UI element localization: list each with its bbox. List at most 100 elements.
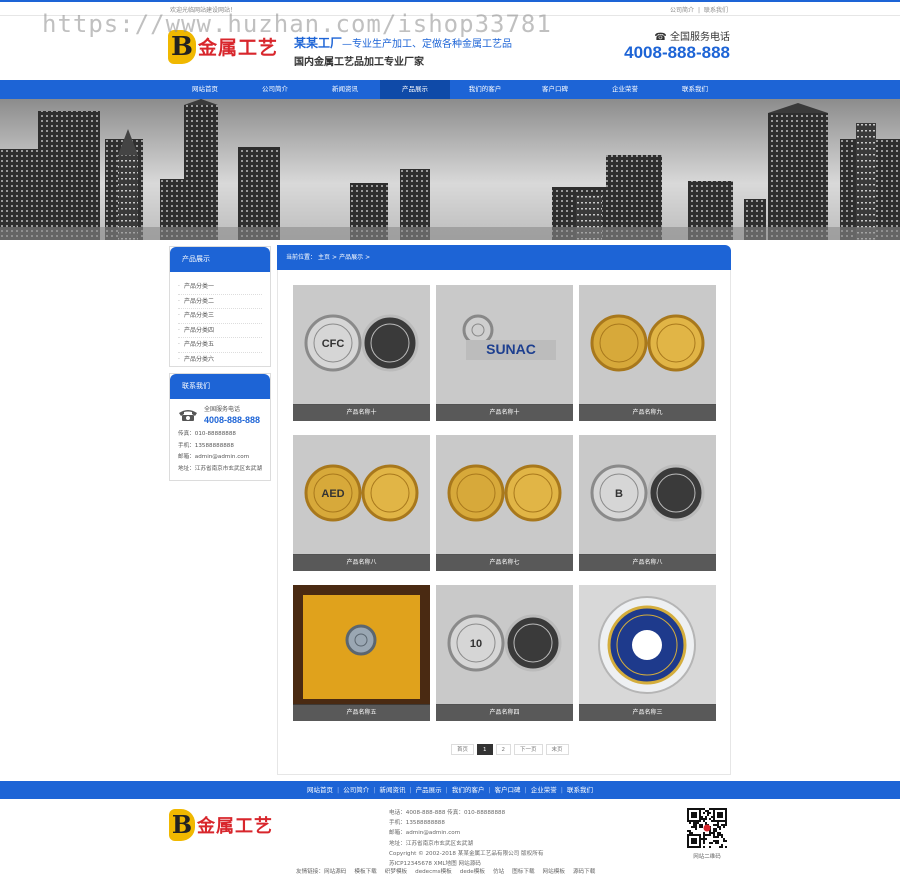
footer-nav-separator: | — [524, 786, 527, 794]
breadcrumb-separator: > — [332, 254, 338, 261]
breadcrumb-separator: > — [365, 254, 371, 261]
footer-nav: 网站首页 | 公司简介 | 新闻资讯 | 产品展示 | 我们的客户 | 客户口碑 | 企业荣誉 | 联系我们 — [0, 781, 900, 799]
category-panel-title: 产品展示 — [170, 247, 270, 272]
pagination-page[interactable]: 2 — [495, 744, 512, 755]
nav-item[interactable]: 企业荣誉 — [590, 80, 660, 99]
footer-info-line: 邮箱：admin@admin.com — [389, 830, 461, 837]
main-nav: 网站首页 公司简介 新闻资讯 产品展示 我们的客户 客户口碑 企业荣誉 联系我们 — [0, 80, 900, 99]
footer-nav-link[interactable]: 客户口碑 — [495, 786, 521, 794]
product-caption[interactable]: 产品名称三 — [579, 704, 716, 721]
nav-item[interactable]: 网站首页 — [170, 80, 240, 99]
friend-link[interactable]: 网站模板 — [543, 869, 565, 875]
contact-panel-title: 联系我们 — [170, 374, 270, 399]
nav-item[interactable]: 公司简介 — [240, 80, 310, 99]
slogan-subtitle: 国内金属工艺品加工专业厂家 — [294, 57, 424, 68]
qr-code-icon — [687, 808, 727, 848]
nav-item[interactable]: 联系我们 — [660, 80, 730, 99]
pagination-next[interactable]: 下一页 — [514, 744, 543, 755]
friend-link[interactable]: 友情链接：网站源码 — [296, 869, 346, 875]
category-link[interactable]: 产品分类四 — [178, 324, 262, 338]
category-list: 产品分类一产品分类二产品分类三产品分类四产品分类五产品分类六 — [170, 272, 270, 371]
category-link[interactable]: 产品分类二 — [178, 295, 262, 309]
footer-nav-separator: | — [373, 786, 376, 794]
footer-nav-link[interactable]: 产品展示 — [416, 786, 442, 794]
logo-letter-icon: B — [169, 809, 195, 841]
category-link[interactable]: 产品分类五 — [178, 338, 262, 353]
product-card[interactable]: AED 产品名称八 — [293, 435, 430, 571]
product-card[interactable]: SUNAC 产品名称十 — [436, 285, 573, 421]
product-card[interactable]: 产品名称九 — [579, 285, 716, 421]
pagination: 首页 1 2 下一页 末页 — [451, 744, 569, 755]
hotline: ☎ 全国服务电话 4008-888-888 — [624, 28, 730, 63]
product-caption[interactable]: 产品名称四 — [436, 704, 573, 721]
product-card[interactable]: 产品名称五 — [293, 585, 430, 721]
friend-link[interactable]: 图标下载 — [512, 869, 534, 875]
city-banner-image — [0, 99, 900, 240]
footer-logo-text: 金属工艺 — [197, 816, 273, 837]
pagination-page[interactable]: 1 — [477, 744, 493, 755]
friend-link[interactable]: 模板下载 — [354, 869, 376, 875]
slogan-company: 某某工厂 — [294, 36, 343, 50]
product-caption[interactable]: 产品名称十 — [293, 404, 430, 421]
friend-link[interactable]: 织梦模板 — [385, 869, 407, 875]
product-caption[interactable]: 产品名称五 — [293, 704, 430, 721]
top-link-contact[interactable]: 联系我们 — [704, 7, 728, 14]
nav-item[interactable]: 客户口碑 — [520, 80, 590, 99]
friend-link[interactable]: dedecms模板 — [415, 869, 452, 875]
product-image — [293, 585, 430, 705]
main-nav-items: 网站首页 公司简介 新闻资讯 产品展示 我们的客户 客户口碑 企业荣誉 联系我们 — [170, 80, 730, 99]
footer-nav-link[interactable]: 公司简介 — [343, 786, 369, 794]
footer-nav-link[interactable]: 我们的客户 — [452, 786, 485, 794]
footer-info-line: 电话：4008-888-888 传真：010-88888888 — [389, 810, 506, 816]
pagination-last[interactable]: 末页 — [545, 744, 569, 755]
footer-nav-separator: | — [337, 786, 340, 794]
product-caption[interactable]: 产品名称十 — [436, 404, 573, 421]
nav-item[interactable]: 产品展示 — [380, 80, 450, 99]
breadcrumb-home-link[interactable]: 主页 — [318, 254, 330, 261]
footer-nav-separator: | — [560, 786, 563, 794]
category-link[interactable]: 产品分类六 — [178, 353, 262, 367]
footer-info-line: Copyright © 2002-2018 某某金属工艺品有限公司 版权所有 — [389, 850, 544, 857]
product-card[interactable]: 10 产品名称四 — [436, 585, 573, 721]
product-card[interactable]: CFC 产品名称十 — [293, 285, 430, 421]
footer-info: 电话：4008-888-888 传真：010-88888888 手机：135888… — [389, 808, 543, 869]
nav-item[interactable]: 我们的客户 — [450, 80, 520, 99]
slogan: 某某工厂—专业生产加工、定做各种金属工艺品 国内金属工艺品加工专业厂家 — [294, 34, 512, 68]
product-card[interactable]: B 产品名称八 — [579, 435, 716, 571]
footer-nav-link[interactable]: 企业荣誉 — [531, 786, 557, 794]
nav-item[interactable]: 新闻资讯 — [310, 80, 380, 99]
top-link-about[interactable]: 公司简介 — [670, 7, 694, 14]
product-card[interactable]: 产品名称三 — [579, 585, 716, 721]
pagination-first[interactable]: 首页 — [451, 744, 475, 755]
contact-mobile: 手机：13588888888 — [178, 442, 234, 449]
friend-link[interactable]: dede模板 — [460, 869, 485, 875]
top-link-separator: | — [697, 7, 700, 14]
product-caption[interactable]: 产品名称八 — [293, 554, 430, 571]
product-image: CFC — [293, 285, 430, 405]
breadcrumb-current-link[interactable]: 产品展示 — [339, 254, 363, 261]
product-card[interactable]: 产品名称七 — [436, 435, 573, 571]
footer-nav-separator: | — [445, 786, 448, 794]
friend-link[interactable]: 仿站 — [493, 869, 504, 875]
friend-link[interactable]: 源码下载 — [573, 869, 595, 875]
top-links: 公司简介 | 联系我们 — [668, 5, 730, 14]
product-image — [579, 585, 716, 705]
category-panel: 产品展示 产品分类一产品分类二产品分类三产品分类四产品分类五产品分类六 — [169, 246, 271, 367]
contact-email: 邮箱：admin@admin.com — [178, 454, 250, 460]
product-image — [579, 285, 716, 405]
product-image: 10 — [436, 585, 573, 705]
category-link[interactable]: 产品分类一 — [178, 280, 262, 295]
product-image: AED — [293, 435, 430, 555]
slogan-tagline: —专业生产加工、定做各种金属工艺品 — [342, 39, 513, 50]
product-caption[interactable]: 产品名称七 — [436, 554, 573, 571]
footer-nav-link[interactable]: 新闻资讯 — [379, 786, 405, 794]
contact-phone-number: 4008-888-888 — [204, 415, 261, 425]
product-caption[interactable]: 产品名称九 — [579, 404, 716, 421]
footer-nav-link[interactable]: 联系我们 — [567, 786, 593, 794]
footer-nav-link[interactable]: 网站首页 — [307, 786, 333, 794]
watermark-text: https://www.huzhan.com/ishop33781 — [42, 10, 552, 38]
category-link[interactable]: 产品分类三 — [178, 309, 262, 324]
breadcrumb: 当前位置： 主页 > 产品展示 > — [277, 245, 731, 270]
product-caption[interactable]: 产品名称八 — [579, 554, 716, 571]
product-image — [436, 435, 573, 555]
